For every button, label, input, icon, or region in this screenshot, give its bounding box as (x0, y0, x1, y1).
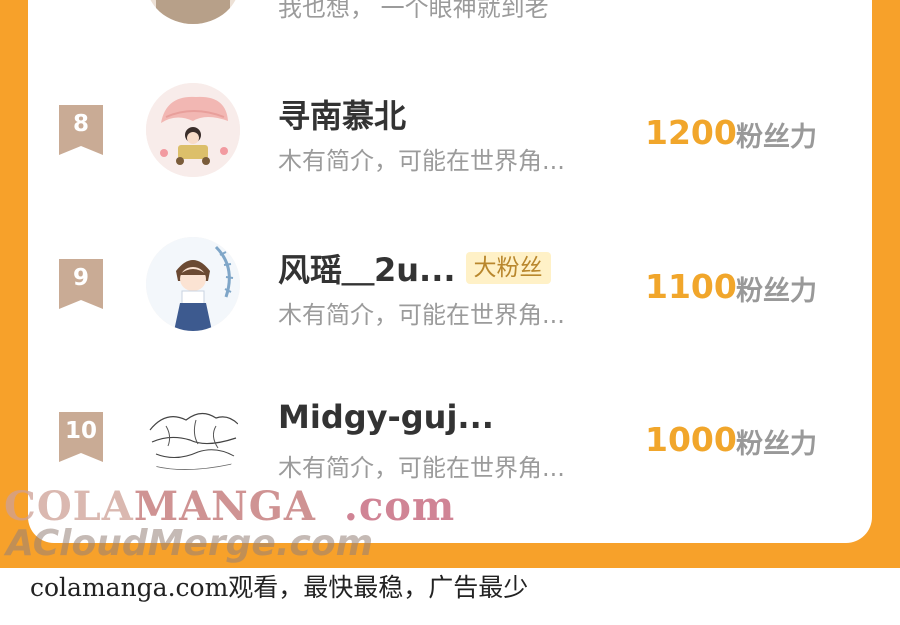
fan-score: 1000 (645, 420, 737, 459)
fan-score-unit: 粉丝力 (736, 122, 817, 152)
aggregator-watermark: ACloudMerge.com (6, 523, 374, 564)
ranking-row-9[interactable]: 9 风瑶＿2u... 大粉丝 木有简介，可能在世界角... 1100 粉丝力 (28, 237, 872, 357)
avatar[interactable] (146, 390, 240, 484)
user-name[interactable]: 风瑶＿2u... 大粉丝 (278, 245, 551, 291)
previous-description: 我也想， 一个眼神就到老 (278, 0, 549, 22)
user-name-text: 风瑶＿2u... (278, 251, 456, 289)
fan-score: 1200 (645, 113, 737, 152)
fan-score: 1100 (645, 267, 737, 306)
user-name[interactable]: Midgy-guj... (278, 398, 494, 436)
rank-ribbon-icon: 8 (59, 105, 103, 155)
big-fan-badge: 大粉丝 (465, 252, 551, 284)
user-description: 木有简介，可能在世界角... (278, 301, 565, 329)
user-name[interactable]: 寻南慕北 (278, 91, 406, 137)
footer-note: colamanga.com观看，最快最稳，广告最少 (30, 573, 529, 602)
avatar[interactable] (146, 237, 240, 331)
fan-score-unit: 粉丝力 (736, 276, 817, 306)
rank-ribbon-icon: 9 (59, 259, 103, 309)
user-name-text: 寻南慕北 (278, 97, 407, 135)
avatar[interactable] (146, 83, 240, 177)
fan-score-unit: 粉丝力 (736, 429, 817, 459)
user-description: 木有简介，可能在世界角... (278, 454, 565, 482)
rank-ribbon-icon: 10 (59, 412, 103, 462)
user-name-text: Midgy-guj... (278, 398, 494, 436)
user-description: 木有简介，可能在世界角... (278, 147, 565, 175)
ranking-row-8[interactable]: 8 寻南慕北 木有简介，可能在世界角... 1200 粉丝力 (28, 83, 872, 203)
